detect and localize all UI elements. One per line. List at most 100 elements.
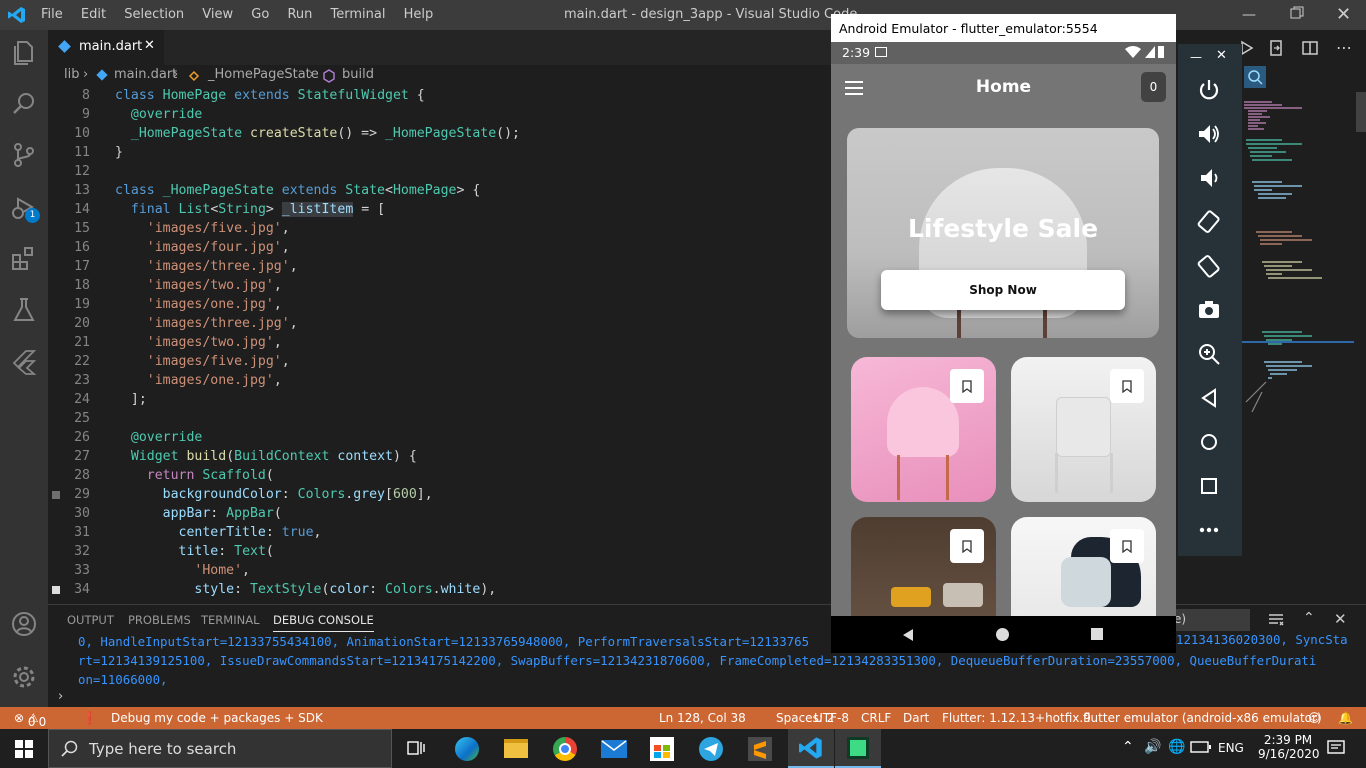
windows-start-icon[interactable]	[15, 740, 33, 762]
zoom-icon[interactable]	[1196, 341, 1222, 367]
overview-icon[interactable]	[1196, 473, 1222, 499]
editor-scrollbar[interactable]	[1356, 92, 1366, 132]
sublime-text-icon[interactable]	[748, 737, 772, 761]
tab-problems[interactable]: PROBLEMS	[128, 613, 191, 627]
breadcrumb-lib[interactable]: lib	[64, 67, 79, 82]
menu-go[interactable]: Go	[251, 7, 269, 22]
home-icon[interactable]	[996, 628, 1009, 641]
emulator-minimize-button[interactable]: —	[1190, 50, 1202, 64]
encoding[interactable]: UTF-8	[814, 711, 849, 725]
split-editor-icon[interactable]	[1302, 40, 1318, 60]
clear-console-icon[interactable]	[1268, 612, 1284, 631]
accounts-icon[interactable]	[10, 610, 38, 638]
telegram-icon[interactable]	[699, 737, 723, 761]
show-hidden-icons-icon[interactable]: ⌃	[1122, 739, 1134, 755]
emulator-taskbar-icon[interactable]	[835, 729, 881, 768]
bookmark-button[interactable]	[1110, 529, 1144, 563]
emulator-home-icon[interactable]	[1196, 429, 1222, 455]
chrome-icon[interactable]	[553, 737, 577, 761]
recents-icon[interactable]	[1091, 628, 1103, 640]
more-actions-icon[interactable]: ⋯	[1336, 38, 1352, 57]
phone-screen[interactable]: 2:39 Home 0 Lifestyle Sale Shop Now	[831, 42, 1176, 616]
product-card[interactable]	[1011, 357, 1156, 502]
vscode-taskbar-icon[interactable]	[788, 729, 834, 768]
cursor-position[interactable]: Ln 128, Col 38	[659, 711, 746, 725]
bookmark-button[interactable]	[950, 369, 984, 403]
console-filter-input[interactable]: e)	[1168, 609, 1250, 631]
open-changes-icon[interactable]	[1268, 40, 1284, 60]
menu-help[interactable]: Help	[404, 7, 434, 22]
tab-debug-console[interactable]: DEBUG CONSOLE	[273, 613, 374, 632]
menu-selection[interactable]: Selection	[124, 7, 184, 22]
minimap[interactable]	[1242, 92, 1354, 422]
menu-view[interactable]: View	[202, 7, 233, 22]
flutter-version[interactable]: Flutter: 1.12.13+hotfix.9	[942, 711, 1091, 725]
network-globe-icon[interactable]: 🌐	[1168, 739, 1185, 755]
power-icon[interactable]	[1196, 77, 1222, 103]
tab-terminal[interactable]: TERMINAL	[201, 613, 259, 627]
battery-icon[interactable]	[1190, 739, 1212, 758]
product-card[interactable]	[851, 357, 996, 502]
settings-gear-icon[interactable]	[10, 663, 38, 691]
extensions-icon[interactable]	[10, 244, 38, 272]
mail-icon[interactable]	[601, 740, 627, 758]
more-options-icon[interactable]	[1196, 517, 1222, 543]
input-language[interactable]: ENG	[1218, 741, 1244, 755]
store-icon[interactable]	[650, 737, 674, 761]
search-icon[interactable]	[10, 90, 38, 118]
console-prompt-icon[interactable]: ›	[58, 689, 63, 704]
breadcrumb-main-dart[interactable]: main.dart	[114, 67, 177, 82]
problems-indicator[interactable]: ⊗ 0 ⚠ 0	[14, 711, 46, 729]
edge-icon[interactable]	[455, 737, 479, 761]
rotate-right-icon[interactable]	[1196, 253, 1222, 279]
menu-run[interactable]: Run	[287, 7, 312, 22]
clock[interactable]: 2:39 PM 9/16/2020	[1258, 733, 1320, 761]
language-mode[interactable]: Dart	[903, 711, 929, 725]
rotate-left-icon[interactable]	[1196, 209, 1222, 235]
explorer-icon[interactable]	[10, 39, 38, 67]
tab-close-icon[interactable]: ✕	[144, 38, 155, 53]
menu-file[interactable]: File	[41, 7, 63, 22]
back-icon[interactable]	[901, 627, 915, 646]
breadcrumb-class[interactable]: _HomePageState	[208, 67, 319, 82]
flutter-inspector-icon[interactable]	[1244, 66, 1266, 88]
camera-icon[interactable]	[1196, 297, 1222, 323]
line-ending[interactable]: CRLF	[861, 711, 891, 725]
debug-config[interactable]: Debug my code + packages + SDK	[111, 711, 323, 725]
bookmark-button[interactable]	[950, 529, 984, 563]
restore-button[interactable]	[1290, 6, 1304, 24]
breakpoint-marker[interactable]	[52, 491, 60, 499]
close-button[interactable]: ✕	[1336, 4, 1351, 25]
taskbar-search-box[interactable]: Type here to search	[48, 729, 392, 768]
volume-down-icon[interactable]	[1196, 165, 1222, 191]
run-icon[interactable]	[1240, 40, 1254, 60]
cart-count-badge[interactable]: 0	[1141, 72, 1166, 102]
breakpoint-marker[interactable]	[52, 586, 60, 594]
menu-edit[interactable]: Edit	[81, 7, 106, 22]
volume-icon[interactable]: 🔊	[1144, 739, 1161, 755]
task-view-icon[interactable]	[406, 739, 426, 761]
feedback-icon[interactable]: ☺	[1308, 711, 1321, 725]
code-editor[interactable]: 8 class HomePage extends StatefulWidget {…	[48, 87, 831, 599]
tab-output[interactable]: OUTPUT	[67, 613, 114, 627]
emulator-back-icon[interactable]	[1196, 385, 1222, 411]
close-panel-icon[interactable]: ✕	[1334, 610, 1347, 628]
testing-flask-icon[interactable]	[10, 296, 38, 324]
minimize-button[interactable]: —	[1242, 7, 1256, 23]
shop-now-button[interactable]: Shop Now	[881, 270, 1125, 310]
action-center-icon[interactable]	[1326, 739, 1346, 761]
volume-up-icon[interactable]	[1196, 121, 1222, 147]
product-card[interactable]	[851, 517, 996, 616]
flutter-icon[interactable]	[10, 348, 38, 376]
tab-main-dart[interactable]: main.dart ✕	[48, 30, 164, 65]
source-control-icon[interactable]	[10, 141, 38, 169]
file-explorer-icon[interactable]	[504, 739, 528, 758]
menu-terminal[interactable]: Terminal	[331, 7, 386, 22]
product-card[interactable]	[1011, 517, 1156, 616]
notifications-bell-icon[interactable]: 🔔	[1338, 711, 1353, 725]
run-debug-icon[interactable]: 1	[10, 193, 40, 223]
breadcrumb-build[interactable]: build	[342, 67, 374, 82]
emulator-close-button[interactable]: ✕	[1216, 48, 1227, 63]
maximize-panel-icon[interactable]: ⌃	[1303, 610, 1315, 626]
device-selector[interactable]: flutter emulator (android-x86 emulator)	[1083, 711, 1322, 725]
